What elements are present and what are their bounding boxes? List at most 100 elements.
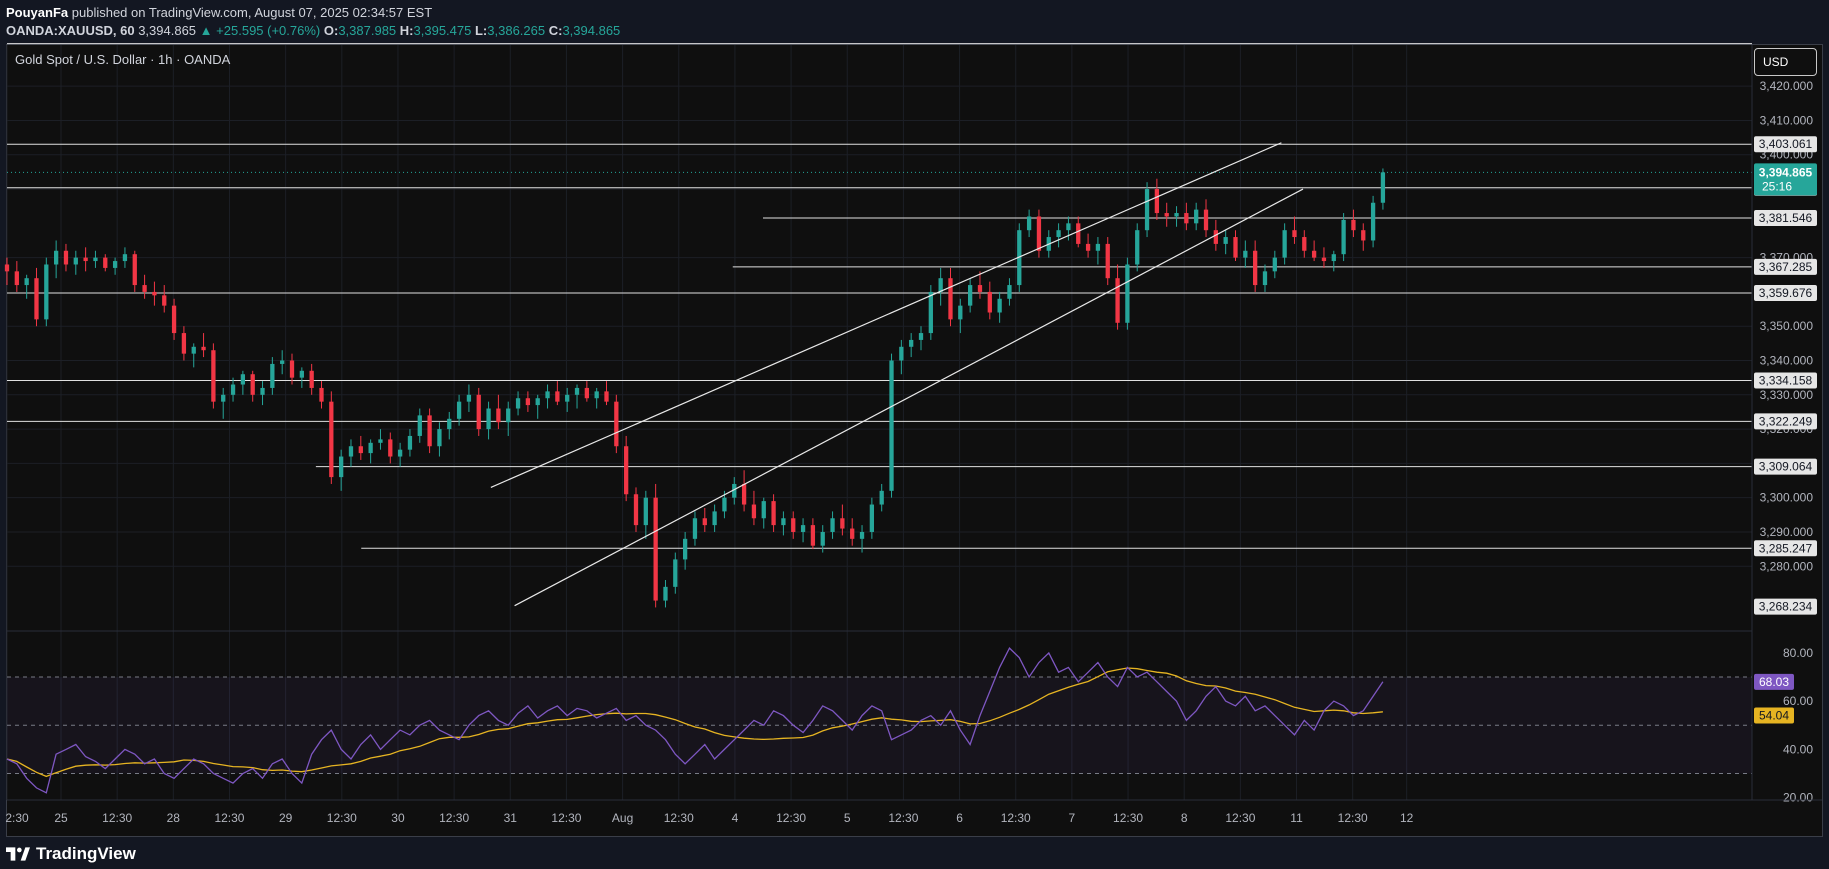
- candle-body: [53, 250, 59, 265]
- candle-body: [594, 391, 599, 399]
- candle-body: [643, 497, 648, 526]
- legend-title: Gold Spot / U.S. Dollar · 1h · OANDA: [15, 52, 231, 67]
- price-tick-label: 3,410.000: [1760, 113, 1814, 127]
- time-tick-label: 25: [54, 811, 68, 825]
- level-price-tag-label: 3,334.158: [1759, 374, 1813, 388]
- currency-button[interactable]: USD: [1754, 48, 1817, 76]
- candle-body: [73, 257, 78, 265]
- candle-body: [565, 394, 570, 402]
- rsi-tick-label: 60.00: [1783, 694, 1813, 708]
- candle-body: [968, 285, 973, 306]
- candle-body: [574, 387, 580, 395]
- level-price-tag-label: 3,381.546: [1759, 211, 1813, 225]
- candle-body: [83, 257, 88, 262]
- candle-body: [1262, 271, 1268, 286]
- candle-body: [250, 374, 255, 395]
- candle-body: [702, 518, 707, 526]
- candle-body: [339, 456, 344, 478]
- price-tick-label: 3,290.000: [1760, 525, 1814, 539]
- time-tick-label: 12:30: [1113, 811, 1143, 825]
- candle-body: [230, 384, 236, 395]
- time-tick-label: 2:30: [5, 811, 29, 825]
- candle-body: [466, 394, 472, 402]
- level-price-tag-label: 3,268.234: [1759, 600, 1813, 614]
- bar-countdown-label: 25:16: [1762, 179, 1792, 193]
- candle-body: [34, 278, 39, 320]
- candle-body: [201, 346, 206, 351]
- candle-body: [1135, 230, 1140, 265]
- candle-body: [358, 446, 363, 454]
- footer-brand[interactable]: TradingView: [6, 838, 136, 869]
- candle-body: [378, 439, 383, 443]
- time-tick-label: 5: [844, 811, 851, 825]
- candle-body: [515, 398, 521, 409]
- candle-body: [496, 408, 501, 423]
- candle-body: [545, 391, 550, 399]
- candle-body: [889, 360, 894, 491]
- candle-body: [93, 257, 98, 262]
- time-tick-label: 30: [391, 811, 405, 825]
- candle-body: [741, 483, 747, 505]
- time-tick-label: 12:30: [888, 811, 918, 825]
- candle-body: [437, 429, 442, 447]
- footer-brand-label: TradingView: [36, 843, 136, 863]
- candle-body: [692, 518, 698, 539]
- rsi-value-label: 68.03: [1759, 675, 1789, 689]
- price-tick-label: 3,340.000: [1760, 354, 1814, 368]
- level-price-tag-label: 3,367.285: [1759, 260, 1813, 274]
- candle-body: [240, 374, 246, 385]
- time-tick-label: 12:30: [439, 811, 469, 825]
- candle-body: [162, 295, 167, 306]
- candle-body: [751, 504, 757, 519]
- candle-body: [1115, 278, 1120, 323]
- candle-body: [260, 387, 265, 395]
- candle-body: [791, 518, 796, 532]
- candle-body: [319, 387, 324, 402]
- candle-body: [1164, 213, 1169, 217]
- candle-body: [388, 439, 393, 457]
- candle-body: [1361, 230, 1366, 241]
- candle-body: [112, 261, 118, 268]
- candle-body: [673, 559, 678, 587]
- time-tick-label: 6: [956, 811, 963, 825]
- time-tick-label: 29: [279, 811, 293, 825]
- candle-body: [1036, 216, 1042, 251]
- candle-body: [486, 408, 491, 430]
- candle-body: [1223, 237, 1228, 244]
- candle-body: [810, 525, 816, 546]
- price-chart[interactable]: 3,420.0003,410.0003,400.0003,390.0003,37…: [0, 0, 1829, 838]
- candle-body: [1056, 230, 1061, 238]
- candle-body: [506, 408, 511, 423]
- candle-body: [289, 360, 295, 378]
- candle-body: [997, 298, 1002, 313]
- candle-body: [722, 497, 727, 512]
- rsi-ma-value-label: 54.04: [1759, 708, 1789, 722]
- rsi-tick-label: 40.00: [1783, 742, 1813, 756]
- rsi-tick-label: 80.00: [1783, 646, 1813, 660]
- candle-body: [1311, 250, 1317, 258]
- candle-body: [1144, 189, 1150, 231]
- time-tick-label: 7: [1069, 811, 1076, 825]
- candle-body: [918, 333, 924, 340]
- candle-body: [653, 497, 658, 601]
- candle-body: [368, 442, 373, 454]
- candle-body: [1243, 250, 1248, 258]
- time-tick-label: Aug: [612, 811, 633, 825]
- candle-body: [152, 291, 157, 296]
- candle-body: [663, 586, 668, 601]
- candle-body: [1233, 237, 1238, 258]
- candle-body: [899, 346, 904, 361]
- candle-body: [584, 387, 589, 399]
- time-tick-label: 12:30: [664, 811, 694, 825]
- level-price-tag-label: 3,403.061: [1759, 137, 1813, 151]
- candle-body: [1125, 264, 1130, 323]
- candle-body: [1370, 202, 1376, 241]
- level-price-tag-label: 3,285.247: [1759, 541, 1813, 555]
- candle-body: [1282, 230, 1287, 258]
- candle-body: [1341, 219, 1346, 255]
- time-tick-label: 12:30: [776, 811, 806, 825]
- candle-body: [1292, 230, 1297, 238]
- candle-body: [211, 350, 216, 402]
- candle-body: [879, 490, 884, 505]
- candle-body: [1026, 216, 1032, 231]
